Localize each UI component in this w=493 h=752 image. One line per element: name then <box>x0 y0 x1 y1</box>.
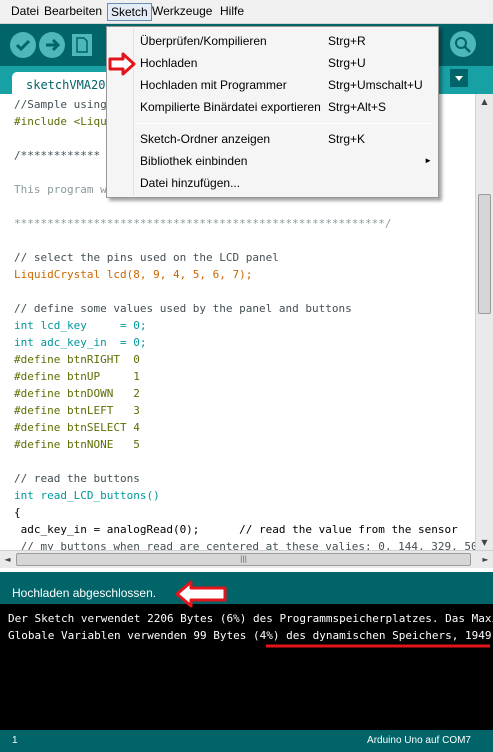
code-line: /************ <box>14 149 101 162</box>
code-line: // define some values used by the panel … <box>14 302 352 315</box>
bottom-bar: 1 Arduino Uno auf COM7 <box>0 730 493 752</box>
menu-item-label: Hochladen mit Programmer <box>140 78 287 92</box>
line-number: 1 <box>12 735 18 746</box>
code-line: //Sample using <box>14 98 107 111</box>
status-message: Hochladen abgeschlossen. <box>12 586 157 600</box>
code-line: This program w <box>14 183 107 196</box>
magnifier-icon <box>455 37 471 53</box>
menu-item-include-library[interactable]: Bibliothek einbinden ► <box>107 150 438 172</box>
menu-item-upload[interactable]: Hochladen Strg+U <box>107 52 438 74</box>
scroll-right-icon[interactable]: ► <box>478 552 493 567</box>
code-line: #define btnUP 1 <box>14 370 140 383</box>
status-bar: Hochladen abgeschlossen. <box>0 572 493 604</box>
submenu-arrow-icon: ► <box>424 156 432 165</box>
menu-sketch[interactable]: Sketch <box>107 3 152 21</box>
tab-menu-button[interactable] <box>450 69 468 87</box>
upload-button[interactable] <box>39 32 65 58</box>
console-output: Der Sketch verwendet 2206 Bytes (6%) des… <box>0 604 493 730</box>
new-button[interactable] <box>72 34 92 56</box>
code-line: int lcd_key = 0; <box>14 319 147 332</box>
new-file-icon <box>76 37 88 53</box>
code-line: // read the buttons <box>14 472 140 485</box>
triangle-down-icon <box>455 76 463 81</box>
horizontal-scrollbar[interactable]: ◄ ||| ► <box>0 550 493 568</box>
menu-datei[interactable]: Datei <box>8 3 42 21</box>
menu-separator <box>137 123 433 124</box>
code-line: #define btnNONE 5 <box>14 438 140 451</box>
arrow-right-icon <box>46 38 61 52</box>
check-icon <box>15 39 31 52</box>
console-line: Globale Variablen verwenden 99 Bytes (4%… <box>8 629 493 642</box>
menu-item-add-file[interactable]: Datei hinzufügen... <box>107 172 438 194</box>
menu-item-shortcut: Strg+R <box>328 34 366 48</box>
menu-item-label: Hochladen <box>140 56 198 70</box>
verify-button[interactable] <box>10 32 36 58</box>
console-line: Der Sketch verwendet 2206 Bytes (6%) des… <box>8 612 493 625</box>
scroll-up-icon[interactable]: ▲ <box>476 94 493 109</box>
code-line: LiquidCrystal lcd(8, 9, 4, 5, 6, 7); <box>14 268 253 281</box>
code-line: int read_LCD_buttons() <box>14 489 160 502</box>
code-line: ****************************************… <box>14 217 392 230</box>
scroll-left-icon[interactable]: ◄ <box>0 552 15 567</box>
menu-item-label: Überprüfen/Kompilieren <box>140 34 267 48</box>
menu-item-shortcut: Strg+Umschalt+U <box>328 78 423 92</box>
menu-item-show-folder[interactable]: Sketch-Ordner anzeigen Strg+K <box>107 128 438 150</box>
menu-bearbeiten[interactable]: Bearbeiten <box>41 3 105 21</box>
code-line: adc_key_in = analogRead(0); // read the … <box>14 523 458 536</box>
menu-item-label: Sketch-Ordner anzeigen <box>140 132 271 146</box>
code-line: #include <Liqu <box>14 115 107 128</box>
menu-item-shortcut: Strg+Alt+S <box>328 100 387 114</box>
menu-item-label: Datei hinzufügen... <box>140 176 241 190</box>
vertical-scrollbar[interactable]: ▲ ▼ <box>475 94 493 550</box>
code-line: // my buttons when read are centered at … <box>14 540 475 550</box>
menu-bar: Datei Bearbeiten Sketch Werkzeuge Hilfe <box>0 0 493 24</box>
code-line: { <box>14 506 21 519</box>
serial-monitor-button[interactable] <box>450 31 476 57</box>
scroll-down-icon[interactable]: ▼ <box>476 535 493 550</box>
code-line: #define btnLEFT 3 <box>14 404 140 417</box>
menu-hilfe[interactable]: Hilfe <box>217 3 247 21</box>
menu-item-verify[interactable]: Überprüfen/Kompilieren Strg+R <box>107 30 438 52</box>
menu-werkzeuge[interactable]: Werkzeuge <box>149 3 215 21</box>
menu-item-label: Bibliothek einbinden <box>140 154 248 168</box>
code-line: int adc_key_in = 0; <box>14 336 147 349</box>
scroll-thumb[interactable]: ||| <box>16 553 471 566</box>
menu-item-upload-programmer[interactable]: Hochladen mit Programmer Strg+Umschalt+U <box>107 74 438 96</box>
board-port-label: Arduino Uno auf COM7 <box>367 735 471 746</box>
menu-item-shortcut: Strg+K <box>328 132 366 146</box>
sketch-dropdown-menu: Überprüfen/Kompilieren Strg+R Hochladen … <box>106 26 439 198</box>
menu-item-label: Kompilierte Binärdatei exportieren <box>140 100 321 114</box>
code-line: #define btnSELECT 4 <box>14 421 140 434</box>
code-line: // select the pins used on the LCD panel <box>14 251 279 264</box>
menu-item-shortcut: Strg+U <box>328 56 366 70</box>
scroll-thumb[interactable] <box>478 194 491 314</box>
code-line: #define btnDOWN 2 <box>14 387 140 400</box>
menu-item-export-binary[interactable]: Kompilierte Binärdatei exportieren Strg+… <box>107 96 438 118</box>
code-line: #define btnRIGHT 0 <box>14 353 140 366</box>
